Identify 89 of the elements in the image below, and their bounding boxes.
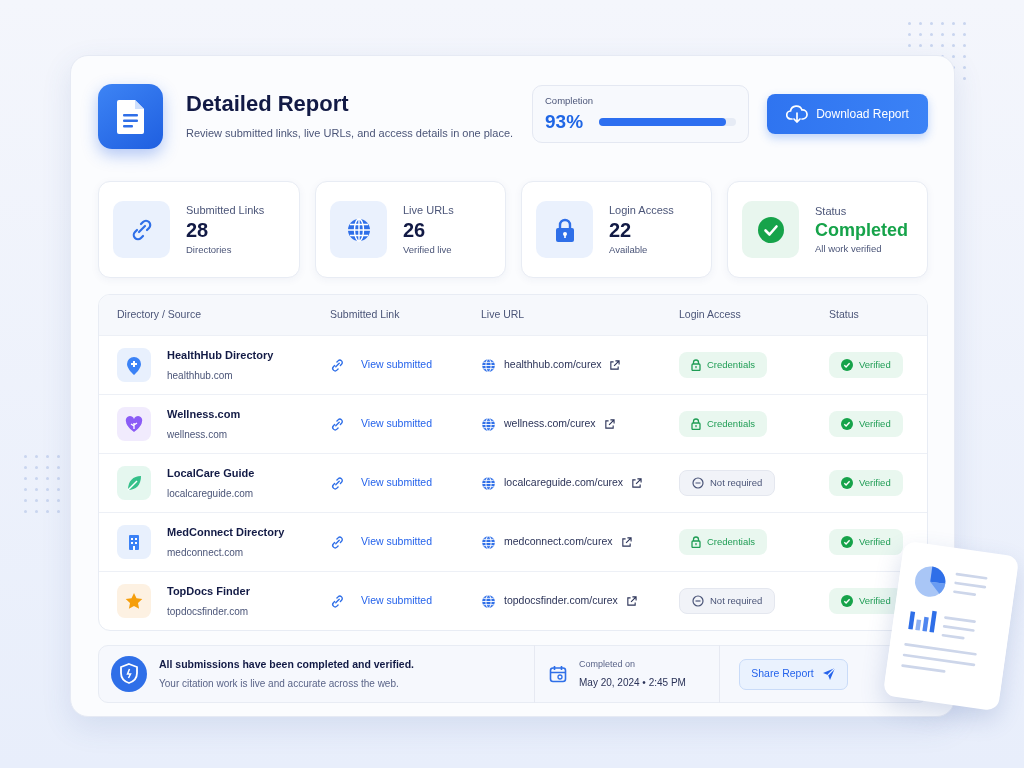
stat-value: 22 xyxy=(609,218,633,244)
directory-domain: healthhub.com xyxy=(167,368,234,383)
column-header: Login Access xyxy=(679,307,742,323)
directory-domain: wellness.com xyxy=(167,427,229,442)
cloud-download-icon xyxy=(786,104,809,123)
link-icon xyxy=(330,475,345,491)
check-circle-icon xyxy=(841,477,853,489)
live-url-link[interactable]: wellness.com/curex xyxy=(504,416,596,432)
completed-date: May 20, 2024 • 2:45 PM xyxy=(579,676,687,691)
stat-value: 28 xyxy=(186,218,210,244)
external-link-icon[interactable] xyxy=(609,359,621,371)
globe-icon xyxy=(481,475,496,491)
check-circle-icon xyxy=(841,418,853,430)
column-header: Directory / Source xyxy=(117,307,203,323)
completed-label: Completed on xyxy=(579,657,637,671)
access-tag: Credentials xyxy=(679,352,768,378)
send-icon xyxy=(821,667,836,681)
access-tag: Not required xyxy=(679,470,776,496)
access-tag: Credentials xyxy=(679,529,768,555)
padlock-icon xyxy=(691,536,701,548)
minus-circle-icon xyxy=(692,477,704,489)
dot-pattern xyxy=(24,455,60,513)
submitted-link[interactable]: View submitted xyxy=(361,593,432,609)
directory-domain: topdocsfinder.com xyxy=(167,604,250,619)
access-tag: Not required xyxy=(679,588,776,614)
summary-detail: Your citation work is live and accurate across the web. xyxy=(159,677,400,692)
completion-value: 93% xyxy=(545,109,584,134)
minus-circle-icon xyxy=(692,595,704,607)
link-icon xyxy=(330,534,345,550)
share-button[interactable]: Share Report xyxy=(739,658,848,690)
directory-name: HealthHub Directory xyxy=(167,348,274,364)
submitted-link[interactable]: View submitted xyxy=(361,475,432,491)
status-tag: Verified xyxy=(829,352,903,378)
live-url-link[interactable]: topdocsfinder.com/curex xyxy=(504,593,618,609)
stat-note: All work verified xyxy=(815,241,883,256)
stat-note: Directories xyxy=(186,243,233,258)
directory-domain: medconnect.com xyxy=(167,545,245,560)
external-link-icon[interactable] xyxy=(625,595,637,607)
check-circle-icon xyxy=(757,216,784,243)
globe-icon xyxy=(481,593,496,609)
globe-icon xyxy=(481,357,496,373)
external-link-icon[interactable] xyxy=(620,536,632,548)
globe-icon xyxy=(481,416,496,432)
live-url-link[interactable]: healthhub.com/curex xyxy=(504,357,602,373)
live-url-link[interactable]: localcareguide.com/curex xyxy=(504,475,624,491)
status-tag: Verified xyxy=(829,529,903,555)
padlock-icon xyxy=(691,359,701,371)
download-button[interactable]: Download Report xyxy=(767,93,928,134)
globe-icon xyxy=(481,534,496,550)
link-icon xyxy=(330,416,345,432)
access-tag: Credentials xyxy=(679,411,768,437)
stat-label: Login Access xyxy=(609,202,674,218)
page-title: Detailed Report xyxy=(186,91,350,118)
stat-value: 26 xyxy=(403,218,427,244)
status-tag: Verified xyxy=(829,470,903,496)
completion-label: Completion xyxy=(545,93,595,108)
directory-name: TopDocs Finder xyxy=(167,584,250,600)
directory-domain: localcareguide.com xyxy=(167,486,255,501)
stat-value: Completed xyxy=(815,219,908,242)
shield-icon xyxy=(111,656,147,692)
calendar-icon xyxy=(549,665,567,683)
link-icon xyxy=(330,593,345,609)
external-link-icon[interactable] xyxy=(603,418,615,430)
stat-label: Live URLs xyxy=(403,202,454,218)
padlock-icon xyxy=(691,418,701,430)
stat-note: Available xyxy=(609,243,649,258)
check-circle-icon xyxy=(841,536,853,548)
column-header: Submitted Link xyxy=(330,307,401,323)
link-icon xyxy=(330,357,345,373)
status-tag: Verified xyxy=(829,411,903,437)
document-icon xyxy=(98,84,163,149)
stat-label: Submitted Links xyxy=(186,202,265,218)
submitted-link[interactable]: View submitted xyxy=(361,534,432,550)
submitted-link[interactable]: View submitted xyxy=(361,357,432,373)
stat-label: Status xyxy=(815,203,848,219)
check-circle-icon xyxy=(841,595,853,607)
summary-message: All submissions have been completed and verified. xyxy=(159,656,415,672)
external-link-icon[interactable] xyxy=(631,477,643,489)
column-header: Live URL xyxy=(481,307,526,323)
globe-icon xyxy=(345,216,372,243)
page-subtitle: Review submitted links, live URLs, and access details in one place. xyxy=(186,126,515,142)
directory-name: LocalCare Guide xyxy=(167,466,255,482)
submitted-link[interactable]: View submitted xyxy=(361,416,432,432)
directory-name: MedConnect Directory xyxy=(167,525,285,541)
directory-name: Wellness.com xyxy=(167,407,241,423)
column-header: Status xyxy=(829,307,860,323)
check-circle-icon xyxy=(841,359,853,371)
stat-note: Verified live xyxy=(403,243,453,258)
live-url-link[interactable]: medconnect.com/curex xyxy=(504,534,613,550)
